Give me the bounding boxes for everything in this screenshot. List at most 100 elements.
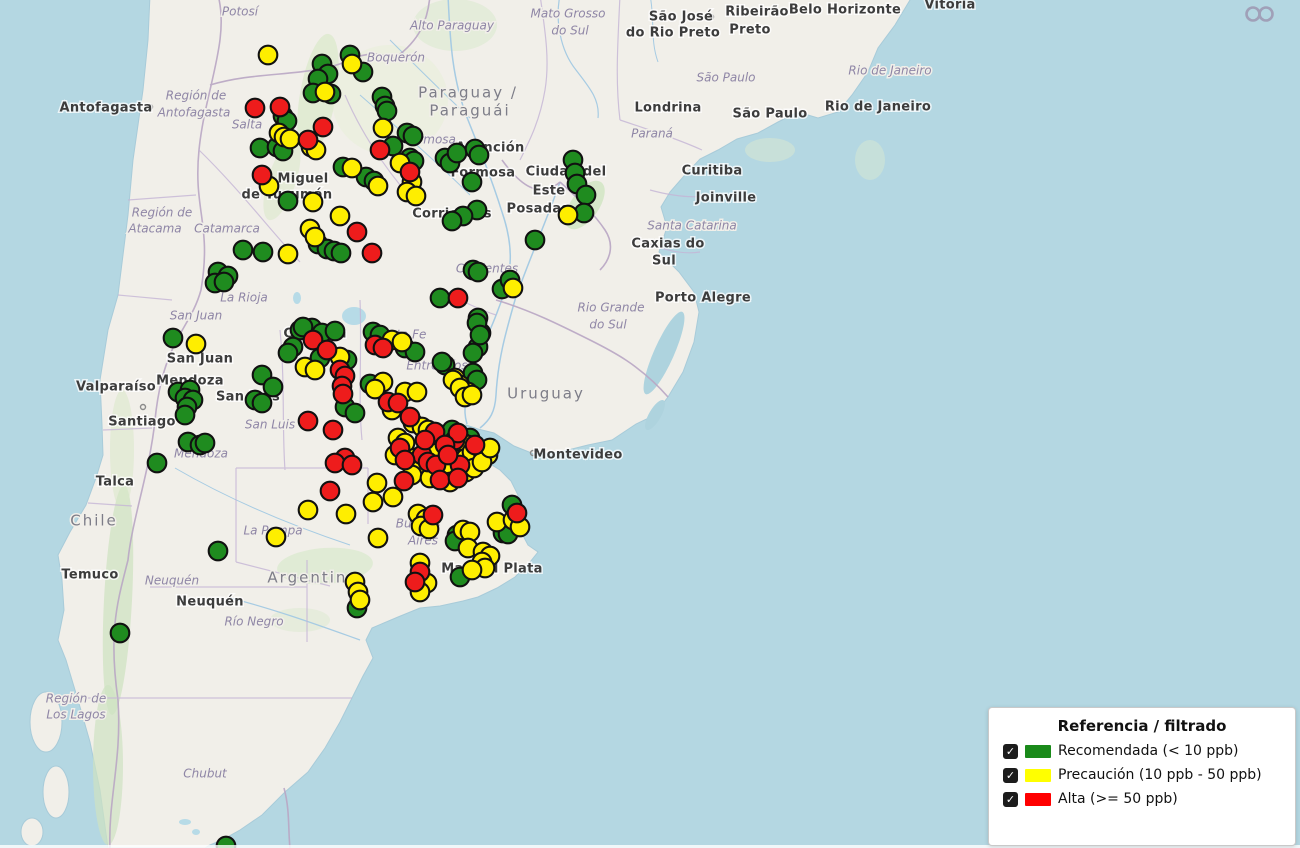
marker-recomendada[interactable] xyxy=(467,261,489,283)
marker-precaucion[interactable] xyxy=(391,331,413,353)
marker-precaucion[interactable] xyxy=(366,472,388,494)
marker-recomendada[interactable] xyxy=(446,142,468,164)
marker-recomendada[interactable] xyxy=(441,210,463,232)
marker-precaucion[interactable] xyxy=(502,277,524,299)
marker-alta[interactable] xyxy=(312,116,334,138)
marker-recomendada[interactable] xyxy=(330,242,352,264)
marker-alta[interactable] xyxy=(393,470,415,492)
marker-recomendada[interactable] xyxy=(232,239,254,261)
marker-precaucion[interactable] xyxy=(405,185,427,207)
marker-precaucion[interactable] xyxy=(329,205,351,227)
map-label-sul: Sul xyxy=(652,254,676,269)
marker-alta[interactable] xyxy=(399,406,421,428)
marker-alta[interactable] xyxy=(319,480,341,502)
marker-precaucion[interactable] xyxy=(297,499,319,521)
marker-precaucion[interactable] xyxy=(367,527,389,549)
marker-alta[interactable] xyxy=(437,444,459,466)
marker-alta[interactable] xyxy=(346,221,368,243)
map-label-vitoria: Vitória xyxy=(924,0,975,13)
checkbox-alta[interactable]: ✓ xyxy=(1003,791,1018,807)
map-label-formosa: Formosa xyxy=(451,166,516,181)
marker-alta[interactable] xyxy=(399,161,421,183)
map-label-alto-paraguay: Alto Paraguay xyxy=(409,19,495,33)
marker-alta[interactable] xyxy=(369,139,391,161)
marker-alta[interactable] xyxy=(422,504,444,526)
marker-alta[interactable] xyxy=(244,97,266,119)
marker-alta[interactable] xyxy=(297,129,319,151)
marker-recomendada[interactable] xyxy=(249,137,271,159)
marker-precaucion[interactable] xyxy=(304,359,326,381)
marker-precaucion[interactable] xyxy=(461,559,483,581)
marker-recomendada[interactable] xyxy=(575,184,597,206)
marker-alta[interactable] xyxy=(361,242,383,264)
marker-recomendada[interactable] xyxy=(252,241,274,263)
marker-alta[interactable] xyxy=(447,287,469,309)
marker-alta[interactable] xyxy=(341,454,363,476)
marker-recomendada[interactable] xyxy=(162,327,184,349)
marker-precaucion[interactable] xyxy=(341,157,363,179)
marker-alta[interactable] xyxy=(372,337,394,359)
marker-recomendada[interactable] xyxy=(277,190,299,212)
map-label-san-juan: San Juan xyxy=(167,352,233,367)
marker-alta[interactable] xyxy=(324,452,346,474)
marker-recomendada[interactable] xyxy=(277,342,299,364)
marker-precaucion[interactable] xyxy=(341,53,363,75)
marker-precaucion[interactable] xyxy=(304,226,326,248)
marker-recomendada[interactable] xyxy=(324,320,346,342)
marker-recomendada[interactable] xyxy=(461,171,483,193)
marker-recomendada[interactable] xyxy=(344,402,366,424)
checkbox-recomendada[interactable]: ✓ xyxy=(1003,743,1018,759)
checkbox-precaucion[interactable]: ✓ xyxy=(1003,767,1018,783)
marker-alta[interactable] xyxy=(269,96,291,118)
marker-precaucion[interactable] xyxy=(185,333,207,355)
marker-recomendada[interactable] xyxy=(109,622,131,644)
marker-recomendada[interactable] xyxy=(376,100,398,122)
marker-alta[interactable] xyxy=(404,571,426,593)
marker-recomendada[interactable] xyxy=(146,452,168,474)
marker-precaucion[interactable] xyxy=(362,491,384,513)
marker-precaucion[interactable] xyxy=(406,381,428,403)
marker-precaucion[interactable] xyxy=(257,44,279,66)
marker-precaucion[interactable] xyxy=(367,175,389,197)
marker-alta[interactable] xyxy=(506,502,528,524)
marker-recomendada[interactable] xyxy=(213,271,235,293)
marker-precaucion[interactable] xyxy=(335,503,357,525)
marker-precaucion[interactable] xyxy=(265,526,287,548)
marker-alta[interactable] xyxy=(316,339,338,361)
map-label-do-sul: do Sul xyxy=(589,318,627,332)
marker-recomendada[interactable] xyxy=(402,125,424,147)
marker-recomendada[interactable] xyxy=(524,229,546,251)
legend-title: Referencia / filtrado xyxy=(1057,717,1227,735)
marker-precaucion[interactable] xyxy=(277,243,299,265)
marker-alta[interactable] xyxy=(447,467,469,489)
marker-precaucion[interactable] xyxy=(349,589,371,611)
marker-recomendada[interactable] xyxy=(207,540,229,562)
marker-alta[interactable] xyxy=(322,419,344,441)
marker-recomendada[interactable] xyxy=(251,392,273,414)
marker-precaucion[interactable] xyxy=(461,384,483,406)
marker-alta[interactable] xyxy=(464,434,486,456)
marker-precaucion[interactable] xyxy=(372,117,394,139)
marker-alta[interactable] xyxy=(332,383,354,405)
marker-alta[interactable] xyxy=(297,410,319,432)
marker-alta[interactable] xyxy=(429,469,451,491)
map-label-porto-alegre: Porto Alegre xyxy=(655,291,751,306)
map-label-londrina: Londrina xyxy=(634,101,701,116)
marker-alta[interactable] xyxy=(394,449,416,471)
marker-alta[interactable] xyxy=(251,164,273,186)
marker-recomendada[interactable] xyxy=(468,144,490,166)
marker-precaucion[interactable] xyxy=(557,204,579,226)
marker-recomendada[interactable] xyxy=(174,404,196,426)
marker-recomendada[interactable] xyxy=(431,351,453,373)
marker-precaucion[interactable] xyxy=(302,191,324,213)
marker-precaucion[interactable] xyxy=(314,81,336,103)
marker-precaucion[interactable] xyxy=(279,128,301,150)
marker-alta[interactable] xyxy=(414,429,436,451)
marker-recomendada[interactable] xyxy=(469,324,491,346)
marker-precaucion[interactable] xyxy=(382,486,404,508)
marker-recomendada[interactable] xyxy=(262,376,284,398)
marker-recomendada[interactable] xyxy=(462,342,484,364)
map-label-talca: Talca xyxy=(96,475,134,490)
marker-recomendada[interactable] xyxy=(429,287,451,309)
marker-recomendada[interactable] xyxy=(194,432,216,454)
